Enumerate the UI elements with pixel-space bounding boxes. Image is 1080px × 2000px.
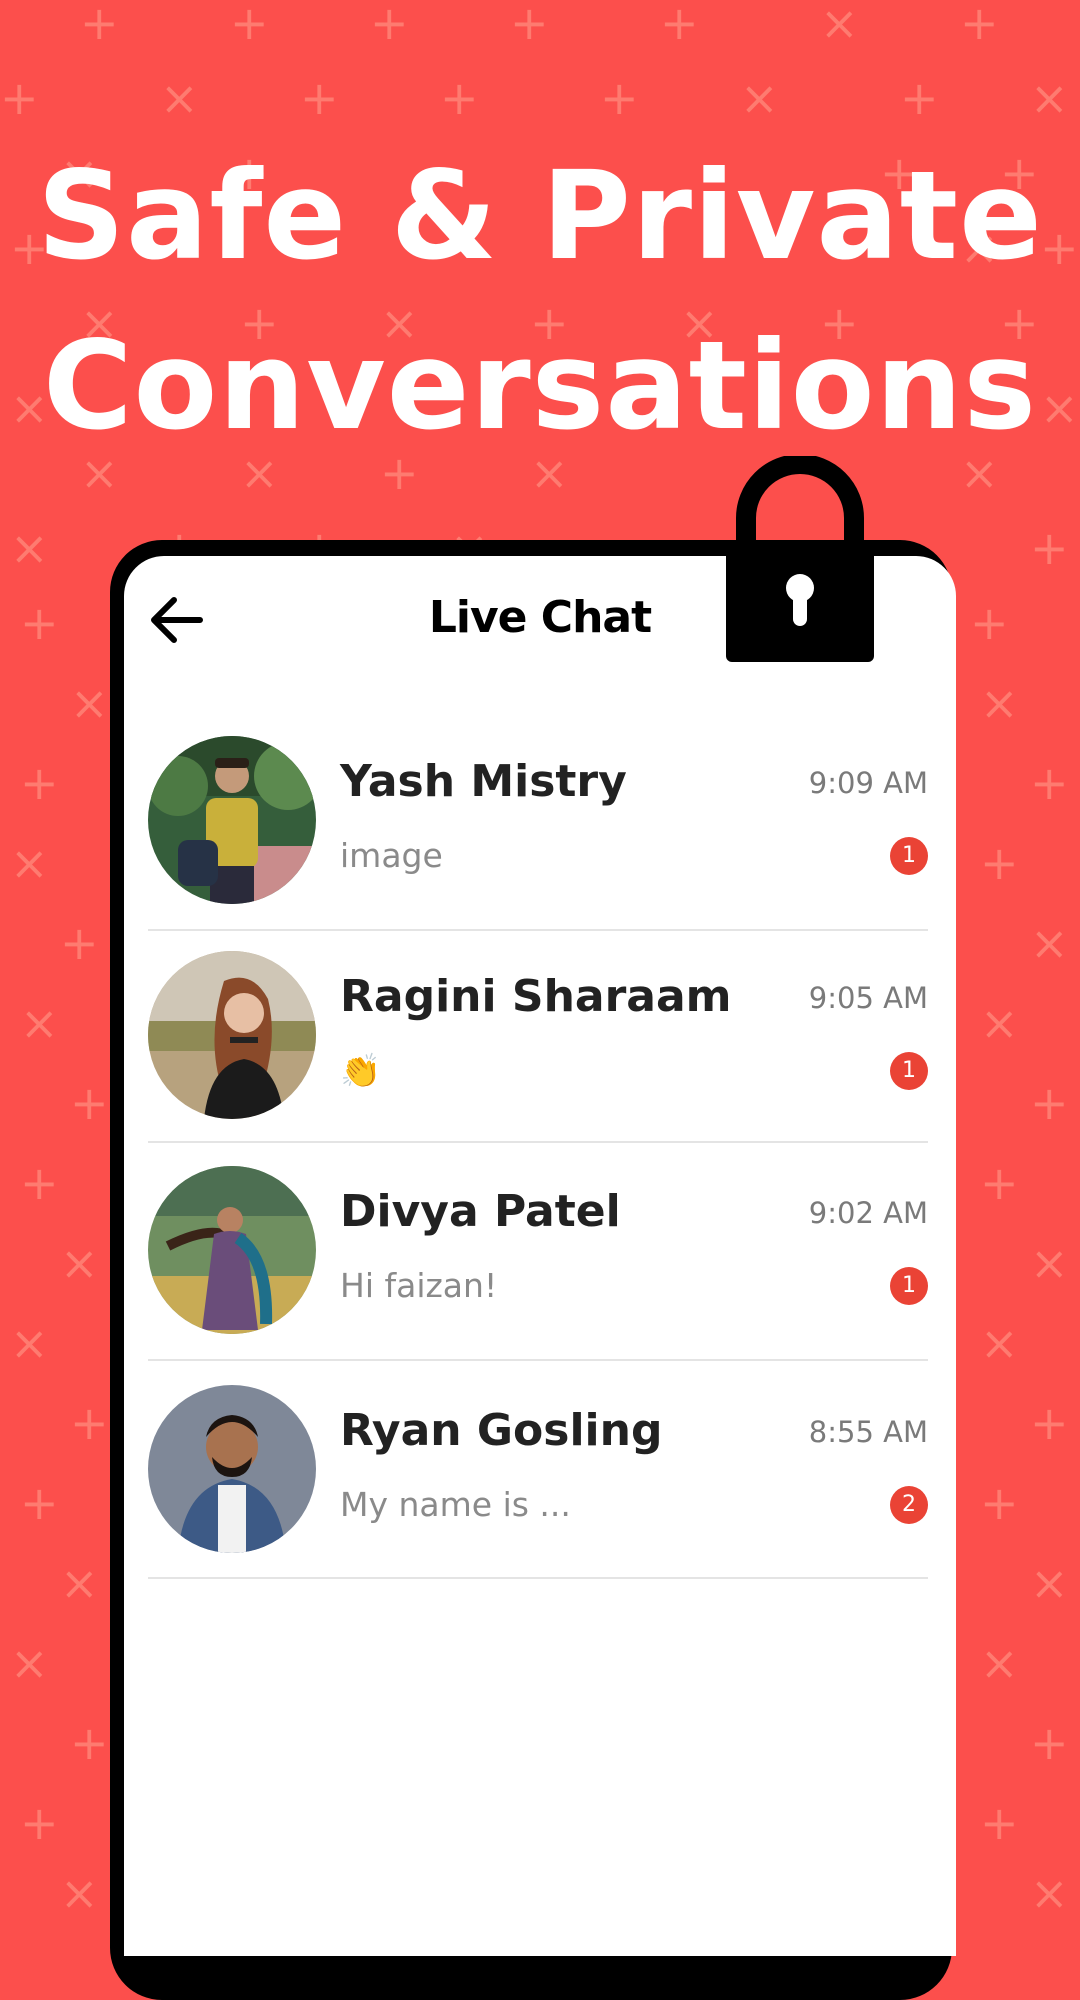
headline-line-1: Safe & Private: [37, 145, 1043, 287]
contact-name: Divya Patel: [340, 1186, 621, 1237]
headline-line-2: Conversations: [42, 315, 1037, 457]
divider: [148, 1359, 928, 1361]
divider: [148, 1141, 928, 1143]
unread-badge: 1: [890, 837, 928, 875]
message-time: 9:02 AM: [808, 1196, 928, 1230]
unread-badge: 1: [890, 1052, 928, 1090]
avatar: [148, 951, 316, 1119]
unread-badge: 1: [890, 1267, 928, 1305]
chat-item-yash-mistry[interactable]: Yash Mistry 9:09 AM image 1: [148, 736, 928, 954]
message-preview: My name is ...: [340, 1485, 571, 1524]
avatar: [148, 1385, 316, 1553]
divider: [148, 1577, 928, 1579]
back-button[interactable]: [148, 590, 204, 650]
contact-name: Ragini Sharaam: [340, 971, 732, 1022]
message-preview: 👏: [340, 1051, 382, 1090]
unread-badge: 2: [890, 1486, 928, 1524]
message-preview: image: [340, 836, 443, 875]
message-time: 9:05 AM: [808, 981, 928, 1015]
padlock-icon: [724, 454, 876, 664]
page-title: Live Chat: [428, 592, 652, 643]
message-time: 8:55 AM: [808, 1415, 928, 1449]
chat-item-ryan-gosling[interactable]: Ryan Gosling 8:55 AM My name is ... 2: [148, 1385, 928, 1603]
chat-item-ragini-sharaam[interactable]: Ragini Sharaam 9:05 AM 👏 1: [148, 951, 928, 1169]
divider: [148, 929, 928, 931]
avatar: [148, 736, 316, 904]
contact-name: Yash Mistry: [340, 756, 627, 807]
contact-name: Ryan Gosling: [340, 1405, 663, 1456]
message-time: 9:09 AM: [808, 766, 928, 800]
arrow-left-icon: [151, 597, 203, 643]
message-preview: Hi faizan!: [340, 1266, 498, 1305]
avatar: [148, 1166, 316, 1334]
chat-item-divya-patel[interactable]: Divya Patel 9:02 AM Hi faizan! 1: [148, 1166, 928, 1384]
